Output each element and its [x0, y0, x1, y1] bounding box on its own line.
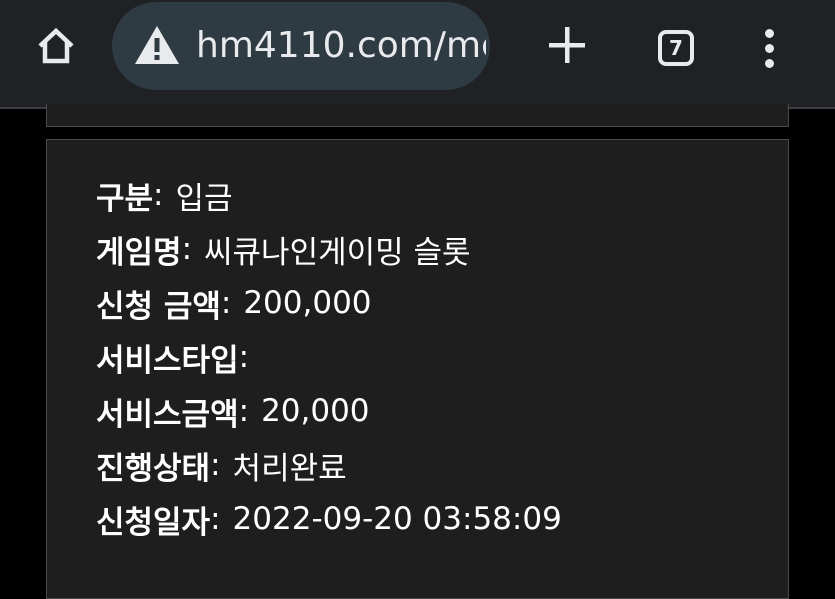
new-tab-button[interactable]: [540, 20, 594, 74]
plus-icon: [547, 25, 587, 69]
detail-separator: :: [220, 285, 232, 321]
transaction-detail-card: 구분: 입금 게임명: 씨큐나인게이밍 슬롯 신청 금액:200,000 서비스타입…: [46, 139, 789, 599]
detail-separator: :: [210, 447, 221, 483]
detail-row-request-date: 신청일자:2022-09-20 03:58:09: [96, 492, 562, 546]
detail-value: 입금: [175, 180, 233, 217]
detail-label: 서비스금액: [96, 396, 239, 433]
detail-list: 구분: 입금 게임명: 씨큐나인게이밍 슬롯 신청 금액:200,000 서비스타입…: [96, 168, 562, 546]
detail-row-game: 게임명: 씨큐나인게이밍 슬롯: [96, 222, 562, 276]
home-icon: [34, 24, 78, 72]
more-vert-icon-dot: [764, 43, 774, 53]
previous-card: [46, 104, 789, 127]
home-button[interactable]: [26, 20, 86, 76]
detail-value: 씨큐나인게이밍 슬롯: [204, 234, 471, 271]
detail-label: 구분: [96, 180, 154, 217]
browser-toolbar: hm4110.com/mc 7: [0, 0, 835, 109]
detail-separator: :: [210, 501, 221, 537]
detail-row-service-type: 서비스타입:: [96, 330, 562, 384]
detail-separator: :: [238, 339, 250, 375]
detail-separator: :: [153, 177, 164, 213]
more-vert-icon-dot: [764, 58, 774, 68]
detail-row-type: 구분: 입금: [96, 168, 562, 222]
detail-label: 신청 금액: [96, 288, 221, 325]
detail-label: 서비스타입: [96, 342, 239, 379]
detail-row-service-amount: 서비스금액:20,000: [96, 384, 562, 438]
detail-value: 2022-09-20 03:58:09: [232, 501, 562, 537]
warning-icon[interactable]: [134, 24, 180, 66]
more-vert-icon: [764, 28, 774, 38]
detail-row-request-amount: 신청 금액:200,000: [96, 276, 562, 330]
more-menu-button[interactable]: [744, 20, 794, 76]
detail-label: 게임명: [96, 234, 182, 271]
url-text: hm4110.com/mc: [196, 25, 486, 66]
detail-separator: :: [181, 231, 193, 267]
detail-separator: :: [238, 393, 250, 429]
detail-row-status: 진행상태: 처리완료: [96, 438, 562, 492]
detail-label: 신청일자: [96, 504, 211, 541]
detail-value: 처리완료: [232, 450, 347, 487]
tab-switcher-button[interactable]: 7: [648, 20, 704, 76]
detail-value: 20,000: [261, 393, 370, 429]
tab-switcher-icon: 7: [658, 30, 694, 66]
detail-value: 200,000: [243, 285, 372, 321]
address-bar[interactable]: hm4110.com/mc: [112, 2, 490, 90]
detail-label: 진행상태: [96, 450, 211, 487]
tab-count: 7: [669, 36, 683, 60]
